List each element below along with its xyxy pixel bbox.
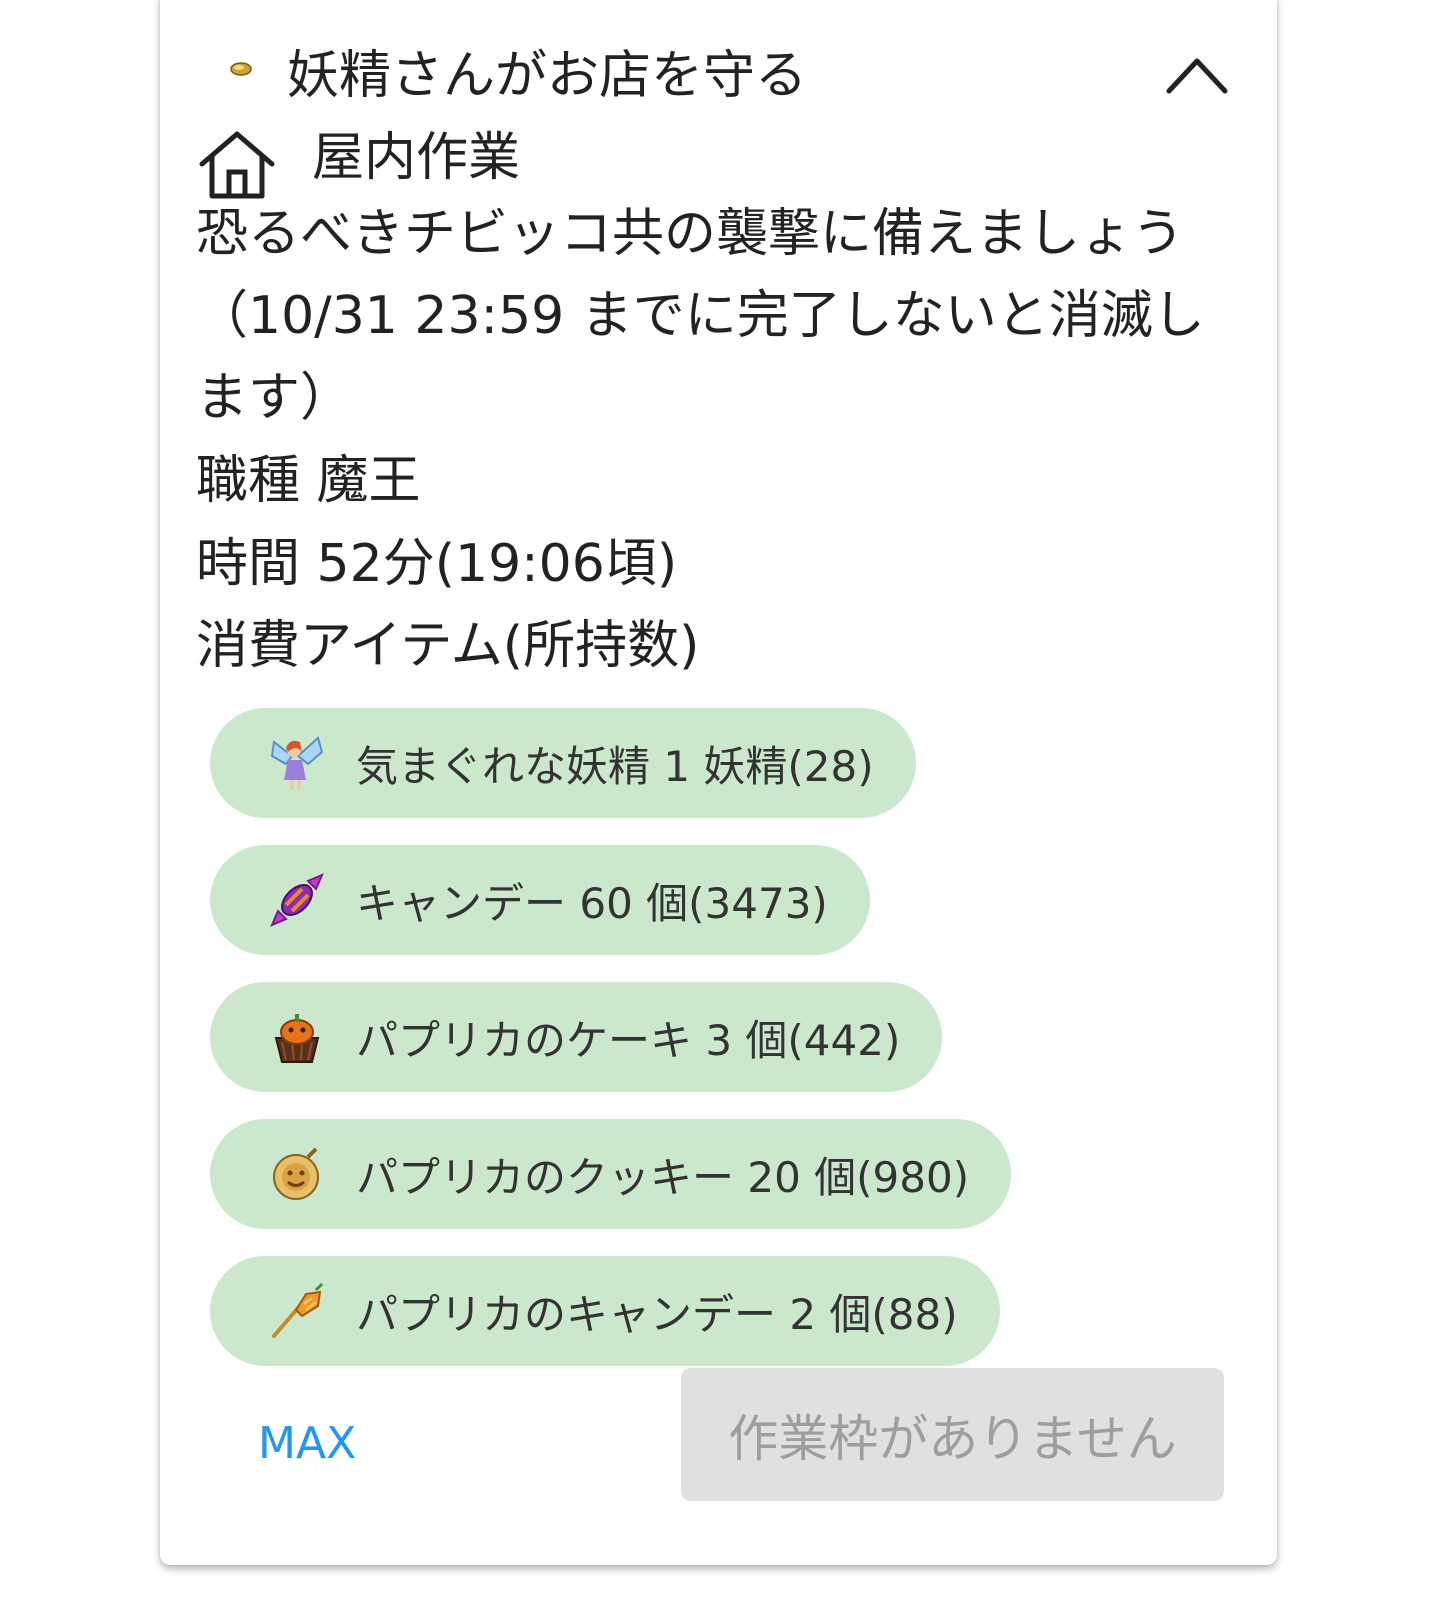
gold-nugget-icon [230, 62, 252, 76]
item-label: パプリカのケーキ 3 個(442) [356, 1015, 901, 1065]
chevron-up-icon[interactable] [1165, 45, 1229, 105]
job-type: 職種 魔王 [196, 451, 421, 511]
task-title: 妖精さんがお店を守る [287, 46, 808, 106]
item-chip-paprika-cake[interactable]: パプリカのケーキ 3 個(442) [210, 982, 943, 1092]
paprika-candy-icon [272, 1282, 324, 1338]
paprika-cookie-icon [273, 1147, 319, 1200]
consume-items-label: 消費アイテム(所持数) [196, 616, 700, 676]
candy-icon [270, 873, 324, 927]
category-label: 屋内作業 [312, 128, 521, 188]
item-label: パプリカのキャンデー 2 個(88) [356, 1289, 958, 1339]
task-description: 恐るべきチビッコ共の襲撃に備えましょう（10/31 23:59 までに完了しない… [196, 204, 1205, 428]
max-button[interactable]: MAX [258, 1418, 356, 1469]
house-icon [199, 131, 275, 199]
item-chip-fairy[interactable]: 気まぐれな妖精 1 妖精(28) [210, 708, 916, 818]
task-header[interactable]: 妖精さんがお店を守る 屋内作業 [160, 0, 1277, 199]
fairy-icon [270, 736, 324, 790]
item-label: パプリカのクッキー 20 個(980) [356, 1152, 970, 1202]
task-time: 時間 52分(19:06頃) [196, 534, 678, 594]
paprika-cake-icon [274, 1014, 320, 1063]
submit-button-disabled: 作業枠がありません [681, 1368, 1224, 1501]
item-chip-paprika-candy[interactable]: パプリカのキャンデー 2 個(88) [210, 1256, 1000, 1366]
item-chip-paprika-cookie[interactable]: パプリカのクッキー 20 個(980) [210, 1119, 1012, 1229]
item-label: 気まぐれな妖精 1 妖精(28) [356, 741, 874, 791]
task-card: 妖精さんがお店を守る 屋内作業 恐るべきチビッコ共の襲撃に備えましょう（10/3… [160, 0, 1277, 1565]
item-label: キャンデー 60 個(3473) [356, 878, 828, 928]
item-chip-candy[interactable]: キャンデー 60 個(3473) [210, 845, 870, 955]
